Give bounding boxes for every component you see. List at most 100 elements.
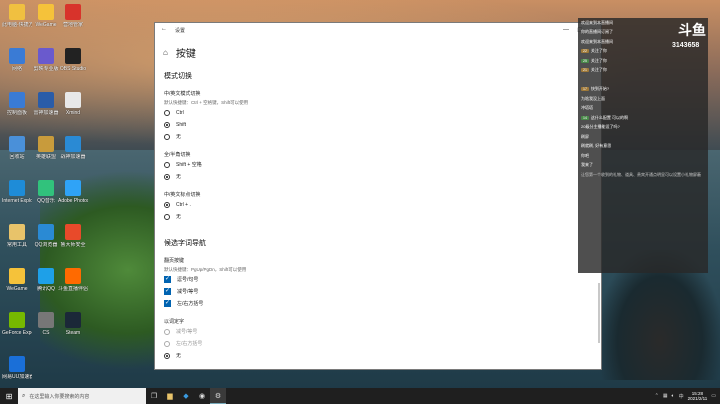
option-label: 无: [176, 174, 182, 180]
tencent-game-icon[interactable]: ◆: [178, 388, 194, 404]
desktop-icon[interactable]: 腾讯QQ: [31, 268, 61, 292]
app-icon: [65, 312, 81, 328]
search-placeholder: 在这里输入你要搜索的内容: [29, 393, 90, 400]
radio-button-selected[interactable]: [164, 121, 170, 128]
desktop-icon[interactable]: Steam: [58, 312, 88, 336]
desktop-icon-label: 营地管家: [62, 22, 83, 28]
radio-button-selected[interactable]: [164, 173, 170, 180]
radio-button[interactable]: [164, 161, 170, 168]
window-title: 设置: [175, 27, 186, 34]
radio-button[interactable]: [164, 213, 170, 220]
desktop-icon[interactable]: QQ音乐: [31, 180, 61, 204]
file-explorer-icon[interactable]: ▆: [162, 388, 178, 404]
radio-option-none[interactable]: 无: [164, 131, 601, 142]
radio-button-selected[interactable]: [164, 201, 170, 208]
chat-text: 20级分主播能设了吗?: [581, 124, 620, 130]
app-icon: [9, 312, 25, 328]
checkbox-option-minus-equal[interactable]: ✓ 减号/等号: [164, 286, 601, 297]
radio-option-none[interactable]: 无: [164, 171, 601, 182]
desktop-icon[interactable]: WeGame: [31, 4, 61, 28]
desktop-icon[interactable]: OBS Studio: [58, 48, 88, 72]
desktop-icon[interactable]: 斗鱼直播伴侣: [58, 268, 88, 292]
radio-option-none[interactable]: 无: [164, 350, 601, 361]
radio-option-ctrl[interactable]: Ctrl: [164, 107, 601, 118]
scrollbar[interactable]: [598, 283, 600, 343]
notification-icon[interactable]: ▭: [711, 393, 716, 399]
checkbox-checked[interactable]: ✓: [164, 276, 171, 283]
app-icon: [9, 48, 25, 64]
checkbox-option-comma-period[interactable]: ✓ 逗号/句号: [164, 274, 601, 285]
desktop-icon[interactable]: 雷神加速器: [31, 92, 61, 116]
option-label: 左/右方括号: [177, 301, 204, 307]
desktop-icon[interactable]: 回收站: [2, 136, 32, 160]
checkbox-option-brackets[interactable]: ✓ 左/右方括号: [164, 298, 601, 309]
section-candidate-nav: 候选字词导航: [164, 240, 206, 247]
tray-chevron-icon[interactable]: ⌃: [655, 393, 659, 399]
desktop-icon[interactable]: GeForce Experience: [2, 312, 32, 336]
app-icon: [9, 356, 25, 372]
option-label: Ctrl + .: [176, 201, 191, 208]
app-icon: [38, 48, 54, 64]
level-badge: 22: [581, 49, 589, 54]
desktop-icon[interactable]: 战神加速器: [58, 136, 88, 160]
input-lang[interactable]: 中: [679, 393, 684, 400]
task-view-icon[interactable]: ❐: [146, 388, 162, 404]
chat-text: 欢迎来到本直播间: [581, 38, 613, 44]
desktop-icon[interactable]: 营地管家: [58, 4, 88, 28]
back-arrow-icon[interactable]: ←: [161, 26, 167, 32]
radio-option-none[interactable]: 无: [164, 211, 601, 222]
chat-message: 冲塔塔: [578, 104, 708, 114]
desktop-icon[interactable]: WeGame: [2, 268, 32, 292]
desktop-icon-label: 鲁大师安全: [60, 242, 86, 248]
network-icon[interactable]: ▦: [663, 393, 668, 399]
volume-icon[interactable]: 🔈︎: [672, 393, 675, 399]
radio-option-shift-space[interactable]: Shift + 空格: [164, 159, 601, 170]
desktop-icon[interactable]: QQ浏览器: [31, 224, 61, 248]
desktop-icon[interactable]: 剪映专业版: [31, 48, 61, 72]
desktop-icon[interactable]: 控制面板: [2, 92, 32, 116]
chat-message: 刷屏: [578, 132, 708, 142]
desktop-icon[interactable]: 网络: [2, 48, 32, 72]
desktop-icon-label: 雷神加速器: [33, 110, 59, 116]
desktop-icon-label: 腾讯QQ: [37, 286, 55, 292]
chat-text: 这什么配置 可以的啊: [590, 114, 629, 120]
radio-option-ctrl-dot[interactable]: Ctrl + .: [164, 199, 601, 210]
taskbar-search[interactable]: ⌕ 在这里输入你要搜索的内容: [18, 388, 146, 404]
desktop-icon-label: Steam: [65, 330, 81, 336]
checkbox-checked[interactable]: ✓: [164, 300, 171, 307]
desktop-icon[interactable]: 此电脑-快捷方式: [2, 4, 32, 28]
clock[interactable]: 15:28 2021/2/11: [688, 391, 708, 401]
app-icon: [38, 268, 54, 284]
group-label-select-char: 以词定字: [164, 319, 185, 325]
steam-icon[interactable]: ◉: [194, 388, 210, 404]
radio-button[interactable]: [164, 133, 170, 140]
settings-window: ← 设置 — ☐ ✕ ⌂ 按键 模式切换 中/英文模式切换 默认快捷键：Ctrl…: [154, 22, 602, 370]
radio-button[interactable]: [164, 109, 170, 116]
radio-option-shift[interactable]: Shift: [164, 119, 601, 130]
chat-text: 关注了你: [590, 57, 607, 63]
radio-button-selected[interactable]: [164, 352, 170, 359]
settings-gear-icon[interactable]: ⚙: [210, 388, 226, 404]
checkbox-checked[interactable]: ✓: [164, 288, 171, 295]
desktop-icon[interactable]: 常用工具: [2, 224, 32, 248]
desktop-icon-label: WeGame: [35, 22, 57, 28]
minimize-button[interactable]: —: [559, 23, 573, 37]
start-button[interactable]: ⊞: [0, 388, 18, 404]
desktop-icon[interactable]: 网易UU加速器: [2, 356, 32, 380]
desktop-icon-label: OBS Studio: [59, 66, 87, 72]
chat-message: 20级分主播能设了吗?: [578, 123, 708, 133]
group-label-page-turn: 翻页按键: [164, 258, 185, 264]
clock-date: 2021/2/11: [687, 396, 708, 401]
desktop-icon[interactable]: Adobe Photosh...: [58, 180, 88, 204]
desktop-icon[interactable]: Xmind: [58, 92, 88, 116]
desktop-icon[interactable]: 英雄联盟: [31, 136, 61, 160]
option-label: 无: [176, 214, 182, 220]
home-icon[interactable]: ⌂: [163, 48, 168, 57]
radio-option-minus-equal-disabled: 减号/等号: [164, 326, 601, 337]
search-icon: ⌕: [22, 392, 26, 399]
chat-text: 刷就刷, 好有意思: [581, 143, 612, 149]
desktop-icon[interactable]: 鲁大师安全: [58, 224, 88, 248]
desktop-icon[interactable]: Internet Explorer: [2, 180, 32, 204]
room-number: 3143658: [672, 42, 700, 49]
desktop-icon[interactable]: CS: [31, 312, 61, 336]
